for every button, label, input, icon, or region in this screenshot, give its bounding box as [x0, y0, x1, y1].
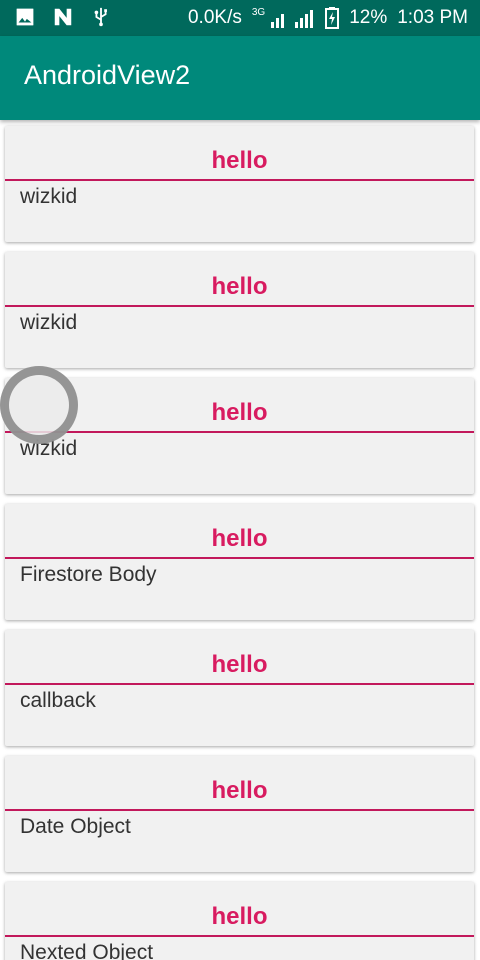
card-divider — [5, 179, 474, 181]
signal-icon: 3G — [251, 7, 315, 28]
list-item[interactable]: hello wizkid — [5, 126, 474, 242]
touch-indicator — [0, 366, 78, 444]
card-list[interactable]: hello wizkid hello wizkid hello wizkid h… — [0, 124, 480, 960]
battery-level: 12% — [349, 7, 388, 28]
list-item[interactable]: hello Nexted Object — [5, 882, 474, 960]
status-bar: 0.0K/s 3G 12% 1:03 PM — [0, 0, 480, 36]
list-item[interactable]: hello Firestore Body — [5, 504, 474, 620]
card-divider — [5, 683, 474, 685]
card-divider — [5, 557, 474, 559]
clock: 1:03 PM — [397, 7, 468, 28]
card-body: Nexted Object — [20, 941, 154, 960]
usb-icon — [94, 7, 107, 27]
list-item[interactable]: hello Date Object — [5, 756, 474, 872]
app-title: AndroidView2 — [24, 60, 191, 90]
card-body: Firestore Body — [20, 563, 157, 586]
card-title: hello — [211, 777, 268, 804]
card-body: wizkid — [20, 311, 78, 334]
battery-icon — [325, 7, 340, 29]
card-title: hello — [211, 273, 268, 300]
list-item[interactable]: hello wizkid — [5, 252, 474, 368]
card-body: callback — [20, 689, 96, 712]
card-divider — [5, 935, 474, 937]
card-title: hello — [211, 903, 268, 930]
network-type: 3G — [251, 7, 266, 18]
card-body: Date Object — [20, 815, 131, 838]
network-speed: 0.0K/s — [187, 7, 242, 28]
notification-icons — [14, 6, 112, 28]
image-icon — [16, 8, 34, 26]
list-item[interactable]: hello callback — [5, 630, 474, 746]
n-notification-icon — [54, 8, 72, 26]
card-title: hello — [211, 525, 268, 552]
card-divider — [5, 305, 474, 307]
card-body: wizkid — [20, 185, 78, 208]
card-title: hello — [211, 147, 268, 174]
card-divider — [5, 431, 474, 433]
app-bar: AndroidView2 — [0, 36, 480, 120]
card-divider — [5, 809, 474, 811]
card-title: hello — [211, 651, 268, 678]
